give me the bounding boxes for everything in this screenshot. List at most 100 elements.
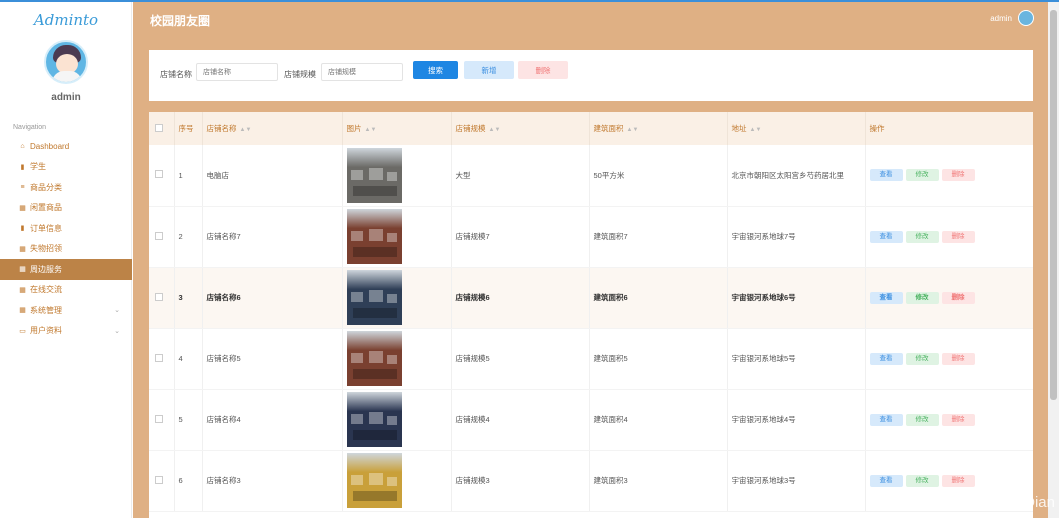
sidebar-username: admin <box>51 92 81 103</box>
search-button[interactable]: 搜索 <box>413 61 458 79</box>
row-checkbox[interactable] <box>155 292 163 301</box>
view-button[interactable]: 查看 <box>869 169 903 182</box>
cell-scale: 大型 <box>451 145 590 207</box>
sidebar-item[interactable]: ≡ 商品分类 <box>0 177 132 198</box>
cell-area: 建筑面积3 <box>589 450 728 512</box>
sidebar-item[interactable]: ▦ 系统管理 ⌄ <box>0 300 132 321</box>
edit-button[interactable]: 修改 <box>905 230 939 243</box>
sidebar: Adminto admin Navigation ⌂ Dashboard ▮ 学生 ≡ 商… <box>0 2 132 518</box>
table-row: 4 店铺名称5 店铺规模5 建筑面积5 宇宙银河系地球5号 查看 修改 删除 <box>149 328 1033 390</box>
header-avatar[interactable] <box>1018 10 1034 26</box>
main-area: 校园朋友圈 admin 店铺名称 店铺规模 搜索 新增 删除 序号 店铺名称▲▼… <box>133 2 1048 518</box>
sort-icon[interactable]: ▲▼ <box>489 127 501 133</box>
sidebar-item[interactable]: ▦ 周边服务 <box>0 259 132 280</box>
row-delete-button[interactable]: 删除 <box>941 413 975 426</box>
card-icon: ▭ <box>19 327 26 335</box>
avatar[interactable] <box>44 40 88 84</box>
col-image[interactable]: 图片 ▲▼ <box>342 112 452 145</box>
col-shop-name[interactable]: 店铺名称 ▲▼ <box>202 112 343 145</box>
page-title: 校园朋友圈 <box>150 14 211 28</box>
cell-address: 宇宙银河系地球6号 <box>727 267 866 329</box>
edit-button[interactable]: 修改 <box>905 352 939 365</box>
row-delete-button[interactable]: 删除 <box>941 352 975 365</box>
header-username: admin <box>990 13 1012 23</box>
sidebar-item[interactable]: ▦ 闲置商品 <box>0 198 132 219</box>
row-delete-button[interactable]: 删除 <box>941 230 975 243</box>
sidebar-item-label: 订单信息 <box>30 223 62 233</box>
sidebar-item[interactable]: ▭ 用户资料 ⌄ <box>0 321 132 342</box>
cell-area: 建筑面积7 <box>589 206 728 268</box>
sidebar-item-label: 在线交流 <box>30 285 62 295</box>
cell-index: 1 <box>174 145 203 207</box>
grid-icon: ▦ <box>19 286 26 294</box>
grid-icon: ▦ <box>19 245 26 253</box>
shop-image[interactable] <box>346 453 402 508</box>
view-button[interactable]: 查看 <box>869 230 903 243</box>
row-checkbox[interactable] <box>155 414 163 423</box>
grid-icon: ▦ <box>19 204 26 212</box>
col-area[interactable]: 建筑面积 ▲▼ <box>589 112 728 145</box>
cell-shop-name: 店铺名称6 <box>202 267 343 329</box>
cell-address: 宇宙银河系地球4号 <box>727 389 866 451</box>
col-index: 序号 <box>174 112 203 145</box>
row-checkbox[interactable] <box>155 353 163 362</box>
shop-name-input[interactable] <box>196 63 278 81</box>
cell-address: 宇宙银河系地球3号 <box>727 450 866 512</box>
shop-image[interactable] <box>346 270 402 325</box>
view-button[interactable]: 查看 <box>869 413 903 426</box>
sidebar-item[interactable]: ▮ 订单信息 <box>0 218 132 239</box>
cell-address: 北京市朝阳区太阳宫乡芍药居北里 <box>727 145 866 207</box>
sidebar-item[interactable]: ▮ 学生 <box>0 157 132 178</box>
chevron-down-icon[interactable]: ⌄ <box>114 306 120 314</box>
view-button[interactable]: 查看 <box>869 352 903 365</box>
row-checkbox[interactable] <box>155 231 163 240</box>
grid-icon: ▦ <box>19 266 26 274</box>
sidebar-item[interactable]: ▦ 在线交流 <box>0 280 132 301</box>
cell-scale: 店铺规模6 <box>451 267 590 329</box>
row-delete-button[interactable]: 删除 <box>941 291 975 304</box>
list-icon: ≡ <box>20 183 25 191</box>
row-checkbox[interactable] <box>155 170 163 179</box>
table-header-row: 序号 店铺名称 ▲▼ 图片 ▲▼ 店铺规模 ▲▼ 建筑面积 ▲▼ 地址 ▲▼ 操作 <box>149 112 1033 145</box>
table-row: 3 店铺名称6 店铺规模6 建筑面积6 宇宙银河系地球6号 查看 修改 删除 <box>149 267 1033 329</box>
cell-shop-name: 店铺名称3 <box>202 450 343 512</box>
cell-index: 3 <box>174 267 203 329</box>
sidebar-item-label: 闲置商品 <box>30 203 62 213</box>
col-address[interactable]: 地址 ▲▼ <box>727 112 866 145</box>
edit-button[interactable]: 修改 <box>905 474 939 487</box>
edit-button[interactable]: 修改 <box>905 291 939 304</box>
add-button[interactable]: 新增 <box>464 61 514 79</box>
edit-button[interactable]: 修改 <box>905 169 939 182</box>
page-scrollbar[interactable] <box>1048 2 1059 518</box>
header-user-menu[interactable]: admin <box>990 10 1034 26</box>
sidebar-item[interactable]: ▦ 失物招领 <box>0 239 132 260</box>
shop-scale-input[interactable] <box>321 63 403 81</box>
row-delete-button[interactable]: 删除 <box>941 474 975 487</box>
select-all-checkbox[interactable] <box>155 123 163 132</box>
table-row: 6 店铺名称3 店铺规模3 建筑面积3 宇宙银河系地球3号 查看 修改 删除 <box>149 450 1033 512</box>
view-button[interactable]: 查看 <box>869 474 903 487</box>
view-button[interactable]: 查看 <box>869 291 903 304</box>
sort-icon[interactable]: ▲▼ <box>365 127 377 133</box>
sidebar-item[interactable]: ⌂ Dashboard <box>0 136 132 157</box>
chevron-down-icon[interactable]: ⌄ <box>114 327 120 335</box>
edit-button[interactable]: 修改 <box>905 413 939 426</box>
sidebar-item-label: 周边服务 <box>30 264 62 274</box>
shop-image[interactable] <box>346 392 402 447</box>
delete-button[interactable]: 删除 <box>518 61 568 79</box>
cell-area: 建筑面积5 <box>589 328 728 390</box>
shop-image[interactable] <box>346 209 402 264</box>
row-checkbox[interactable] <box>155 475 163 484</box>
sort-icon[interactable]: ▲▼ <box>240 127 252 133</box>
shop-image[interactable] <box>346 147 402 203</box>
shop-image[interactable] <box>346 331 402 386</box>
sidebar-nav: ⌂ Dashboard ▮ 学生 ≡ 商品分类 ▦ 闲置商品 ▮ 订单信息 ▦ 失物招领 ▦ 周边服务 ▦ 在… <box>0 136 132 341</box>
table-row: 5 店铺名称4 店铺规模4 建筑面积4 宇宙银河系地球4号 查看 修改 删除 <box>149 389 1033 451</box>
cell-shop-name: 店铺名称7 <box>202 206 343 268</box>
sort-icon[interactable]: ▲▼ <box>750 127 762 133</box>
col-scale[interactable]: 店铺规模 ▲▼ <box>451 112 590 145</box>
clipboard-icon: ▮ <box>20 225 25 233</box>
sort-icon[interactable]: ▲▼ <box>627 127 639 133</box>
cell-index: 4 <box>174 328 203 390</box>
row-delete-button[interactable]: 删除 <box>941 169 975 182</box>
